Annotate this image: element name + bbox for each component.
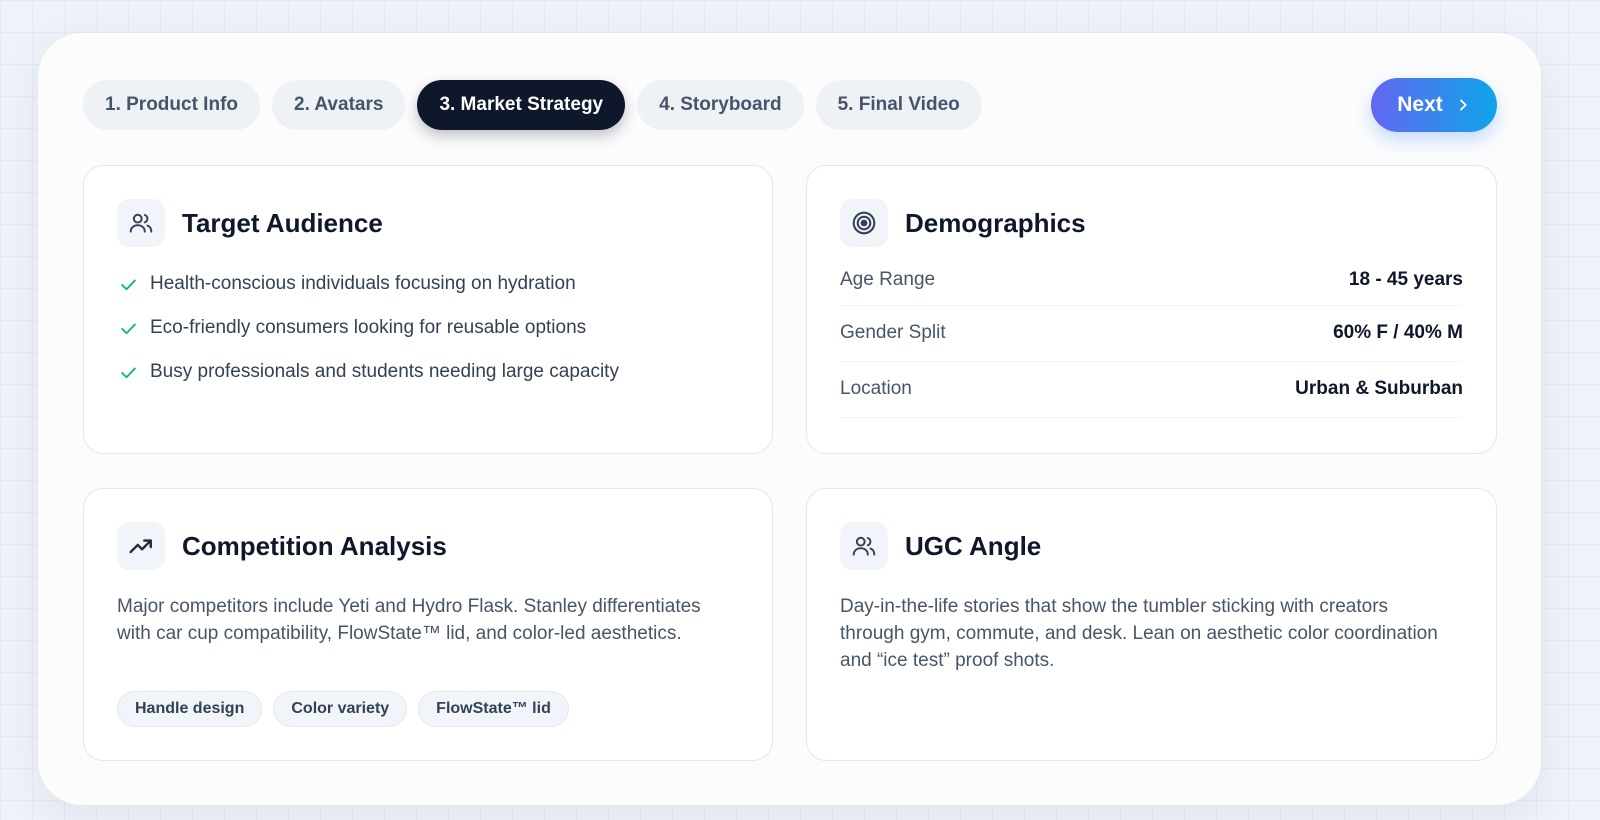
list-item: Eco-friendly consumers looking for reusa… — [119, 314, 619, 342]
target-audience-card: Target Audience Health-conscious individ… — [83, 165, 773, 454]
row-label: Age Range — [840, 269, 936, 290]
card-title: UGC Angle — [905, 530, 1042, 561]
card-title: Demographics — [905, 207, 1086, 238]
chevron-right-icon — [1459, 99, 1467, 111]
demographic-row: Location Urban & Suburban — [840, 362, 1463, 418]
ugc-angle-description: Day-in-the-life stories that show the tu… — [840, 596, 1438, 671]
tag-chip: Color variety — [273, 691, 408, 727]
step-tabs: 1. Product Info 2. Avatars 3. Market Str… — [83, 80, 982, 130]
demographic-row: Age Range 18 - 45 years — [840, 266, 1463, 306]
icon-container — [117, 522, 165, 570]
step-avatars[interactable]: 2. Avatars — [272, 80, 406, 130]
demographics-table: Age Range 18 - 45 years Gender Split 60%… — [840, 266, 1463, 418]
trending-up-icon — [129, 539, 152, 554]
competition-description: Major competitors include Yeti and Hydro… — [117, 596, 701, 644]
row-label: Gender Split — [840, 321, 946, 343]
step-market-strategy[interactable]: 3. Market Strategy — [417, 80, 626, 130]
check-icon — [121, 279, 136, 290]
users-icon — [129, 213, 153, 233]
step-product-info[interactable]: 1. Product Info — [83, 80, 260, 130]
card-header: Competition Analysis — [117, 522, 447, 570]
tag-chip: FlowState™ lid — [418, 691, 569, 727]
audience-item-text: Busy professionals and students needing … — [150, 361, 619, 382]
card-title: Competition Analysis — [182, 530, 447, 561]
next-button-label: Next — [1397, 93, 1443, 116]
icon-container — [117, 199, 165, 247]
step-final-video[interactable]: 5. Final Video — [815, 80, 982, 130]
icon-container — [840, 199, 888, 247]
competition-analysis-card: Competition Analysis Major competitors i… — [83, 488, 773, 761]
check-icon — [121, 367, 136, 378]
tag-list: Handle design Color variety FlowState™ l… — [117, 691, 569, 727]
tag-chip: Handle design — [117, 691, 263, 727]
row-value: 18 - 45 years — [1348, 269, 1463, 290]
audience-list: Health-conscious individuals focusing on… — [119, 270, 619, 402]
check-icon — [121, 323, 136, 334]
demographics-card: Demographics Age Range 18 - 45 years Gen… — [806, 165, 1497, 454]
users-icon — [852, 536, 876, 556]
list-item: Health-conscious individuals focusing on… — [119, 270, 619, 298]
icon-container — [840, 522, 888, 570]
row-value: Urban & Suburban — [1295, 377, 1463, 399]
ugc-angle-card: UGC Angle Day-in-the-life stories that s… — [806, 488, 1497, 761]
card-header: Demographics — [840, 199, 1086, 247]
next-button[interactable]: Next — [1371, 78, 1497, 132]
card-header: UGC Angle — [840, 522, 1041, 570]
audience-item-text: Eco-friendly consumers looking for reusa… — [150, 317, 587, 338]
step-storyboard[interactable]: 4. Storyboard — [637, 80, 804, 130]
row-value: 60% F / 40% M — [1333, 321, 1463, 343]
demographic-row: Gender Split 60% F / 40% M — [840, 306, 1463, 362]
card-header: Target Audience — [117, 199, 383, 247]
row-label: Location — [840, 377, 912, 399]
card-title: Target Audience — [182, 207, 383, 238]
audience-item-text: Health-conscious individuals focusing on… — [150, 273, 576, 294]
list-item: Busy professionals and students needing … — [119, 358, 619, 386]
target-icon — [852, 211, 876, 235]
